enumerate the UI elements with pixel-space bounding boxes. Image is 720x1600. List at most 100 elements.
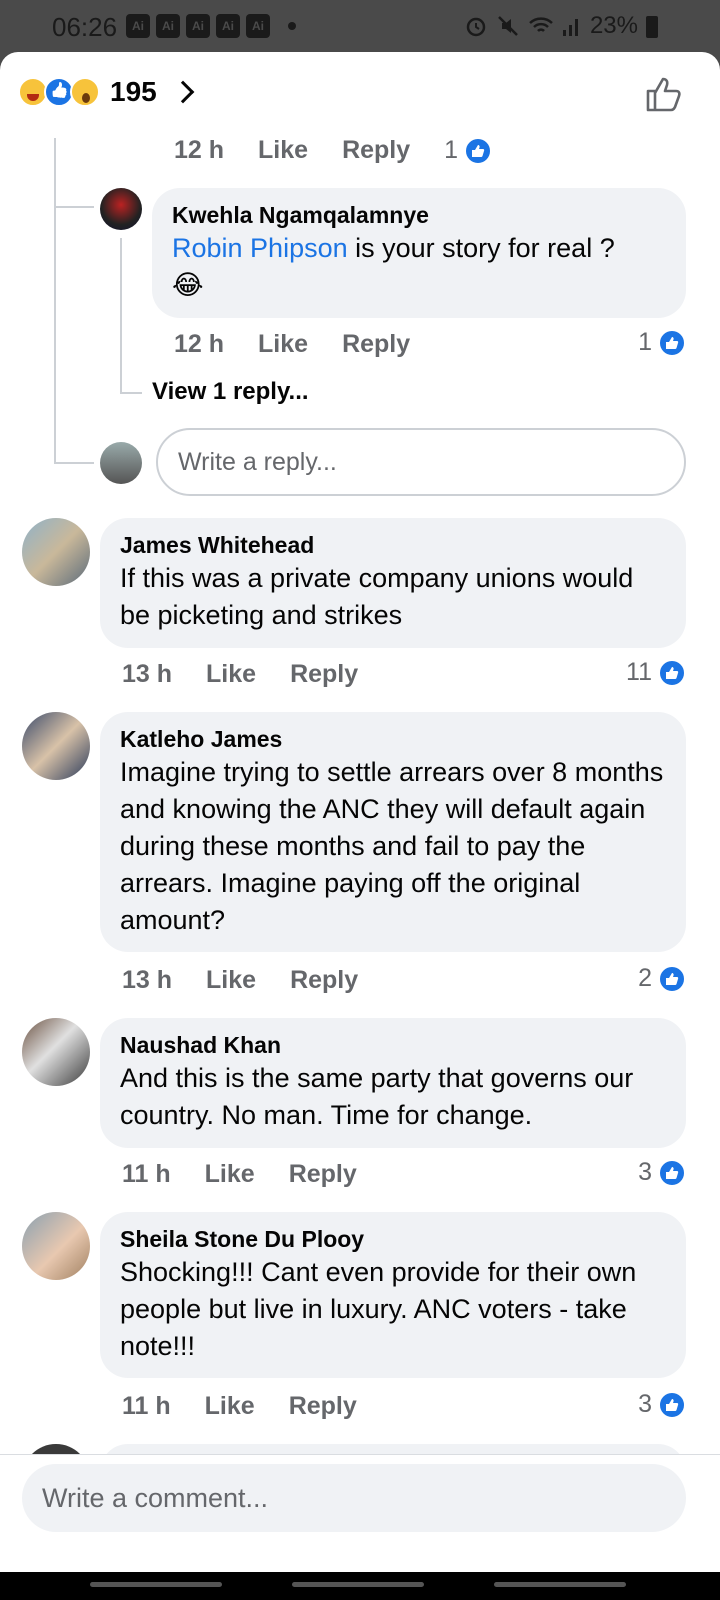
comment-author[interactable]: Naushad Khan: [120, 1030, 666, 1060]
comment-bubble: James Whitehead If this was a private co…: [100, 518, 686, 648]
status-time: 06:26: [52, 12, 118, 42]
like-count: 1: [444, 136, 459, 164]
reply-link[interactable]: Reply: [289, 1392, 357, 1421]
avatar[interactable]: [22, 1212, 90, 1280]
reply-link[interactable]: Reply: [290, 966, 358, 995]
comment-text: Robin Phipson is your story for real ? 😂: [172, 230, 666, 304]
comments-sheet: 195 12 h Like Reply 1 Kwehla Ngamqalamny…: [0, 52, 720, 1572]
like-link[interactable]: Like: [258, 136, 308, 165]
comment-bubble: Naushad Khan And this is the same party …: [100, 1018, 686, 1148]
comment-time: 13 h: [122, 660, 173, 688]
nav-recents-icon[interactable]: [90, 1582, 222, 1587]
like-badge-icon: [658, 1158, 686, 1187]
reactions-summary[interactable]: 195: [18, 76, 195, 108]
comment-text: If this was a private company unions wou…: [120, 563, 634, 630]
battery-percent: 23%: [589, 12, 638, 39]
comment-meta: 12 h Like Reply: [174, 330, 444, 359]
like-link[interactable]: Like: [206, 966, 256, 995]
nav-home-icon[interactable]: [292, 1582, 424, 1587]
like-link[interactable]: Like: [205, 1160, 255, 1189]
reply-input[interactable]: Write a reply...: [156, 428, 686, 496]
reply-link[interactable]: Reply: [289, 1160, 357, 1189]
thread-line: [120, 238, 122, 392]
like-badge: 2: [638, 964, 686, 993]
thread-line: [54, 138, 56, 464]
signal-icon: [562, 19, 578, 36]
comment-author[interactable]: Sheila Stone Du Plooy: [120, 1224, 666, 1254]
alarm-icon: [466, 17, 486, 37]
ai-badge-icon: Ai: [216, 14, 240, 38]
like-badge-icon: [464, 136, 493, 165]
avatar[interactable]: [22, 1018, 90, 1086]
comment-meta: 13 h Like Reply: [122, 966, 392, 995]
comment-text: And this is the same party that governs …: [120, 1063, 634, 1130]
avatar: [100, 442, 142, 484]
ai-badge-icon: Ai: [186, 14, 210, 38]
chevron-right-icon: [171, 80, 195, 104]
like-badge: 1: [638, 328, 686, 357]
thread-line: [54, 462, 94, 464]
comment-time: 11 h: [122, 1392, 171, 1420]
comment-time: 11 h: [122, 1160, 171, 1188]
like-badge-icon: [658, 328, 686, 357]
like-link[interactable]: Like: [258, 330, 308, 359]
comment-time: 12 h: [174, 136, 225, 164]
laughing-emoji: 😂: [172, 270, 204, 300]
comment-bubble: Katleho James Imagine trying to settle a…: [100, 712, 686, 952]
reply-link[interactable]: Reply: [342, 330, 410, 359]
comment-text: Shocking!!! Cant even provide for their …: [120, 1257, 637, 1361]
like-badge-icon: [658, 964, 686, 993]
like-link[interactable]: Like: [206, 660, 256, 689]
ai-badge-icon: Ai: [156, 14, 180, 38]
comment-meta: 11 h Like Reply: [122, 1392, 391, 1421]
thread-line: [120, 392, 142, 394]
comment-bubble: Kwehla Ngamqalamnye Robin Phipson is you…: [152, 188, 686, 318]
view-replies-link[interactable]: View 1 reply...: [152, 378, 309, 406]
like-badge-icon: [658, 658, 686, 687]
comment-bubble: Sheila Stone Du Plooy Shocking!!! Cant e…: [100, 1212, 686, 1378]
thread-line: [54, 206, 94, 208]
like-button-icon[interactable]: [644, 74, 684, 114]
like-count: 3: [638, 1158, 652, 1186]
reaction-count: 195: [110, 76, 157, 107]
comment-author[interactable]: Katleho James: [120, 724, 666, 754]
like-count: 3: [638, 1390, 652, 1418]
reply-link[interactable]: Reply: [342, 136, 410, 165]
wifi-icon: [529, 17, 553, 32]
nav-back-icon[interactable]: [494, 1582, 626, 1587]
like-count: 1: [638, 328, 652, 356]
mention-link[interactable]: Robin Phipson: [172, 233, 348, 263]
like-count: 11: [626, 658, 652, 686]
avatar[interactable]: [22, 712, 90, 780]
avatar[interactable]: [100, 188, 142, 230]
like-badge: 3: [638, 1390, 686, 1419]
like-count: 2: [638, 964, 652, 992]
comment-meta: 11 h Like Reply: [122, 1160, 391, 1189]
comment-body: is your story for real ?: [347, 233, 615, 263]
status-icons: 23%: [464, 12, 638, 40]
ai-badge-icon: Ai: [246, 14, 270, 38]
notification-dot-icon: [288, 22, 296, 30]
ai-badge-icon: Ai: [126, 14, 150, 38]
comment-time: 13 h: [122, 966, 173, 994]
mute-icon: [498, 16, 518, 36]
comment-meta: 12 h Like Reply 1: [174, 136, 493, 165]
comment-time: 12 h: [174, 330, 225, 358]
comment-meta: 13 h Like Reply: [122, 660, 392, 689]
reply-link[interactable]: Reply: [290, 660, 358, 689]
wow-reaction-icon: [70, 77, 100, 107]
battery-icon: [646, 16, 658, 38]
like-badge-icon: [658, 1390, 686, 1419]
like-link[interactable]: Like: [205, 1392, 255, 1421]
comment-author[interactable]: Kwehla Ngamqalamnye: [172, 200, 666, 230]
sheet-header: 195: [0, 52, 720, 132]
status-bar: 06:26 Ai Ai Ai Ai Ai 23%: [0, 0, 720, 54]
avatar[interactable]: [22, 518, 90, 586]
ai-badges: Ai Ai Ai Ai Ai: [126, 14, 270, 38]
like-badge: [458, 136, 493, 165]
like-badge: 11: [626, 658, 686, 687]
comment-input[interactable]: Write a comment...: [22, 1464, 686, 1532]
comment-author[interactable]: James Whitehead: [120, 530, 666, 560]
system-nav-bar: [0, 1572, 720, 1600]
like-badge: 3: [638, 1158, 686, 1187]
